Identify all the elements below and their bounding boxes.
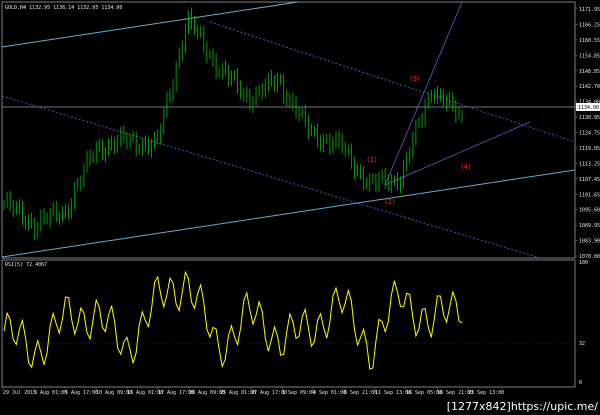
price-tick-label: 1160.55 — [579, 38, 600, 44]
main-panel-frame — [1, 1, 576, 259]
price-tick-label: 1148.85 — [579, 69, 600, 75]
current-price-tag-text: 1134.00 — [578, 105, 599, 111]
dotted-channel-top[interactable] — [209, 21, 576, 143]
chart-window: GOLD,H4 1132.95 1136.14 1132.95 1134.00 … — [0, 0, 600, 415]
time-tick-label: 3 Aug 01:00 — [34, 390, 67, 396]
rsi-tick-label: 100 — [579, 260, 588, 266]
wave-label-4: (4) — [461, 163, 471, 171]
price-tick-label: 1089.95 — [579, 223, 600, 229]
wave-label-1: (1) — [367, 156, 377, 164]
wave-fan-line-steep[interactable] — [384, 1, 463, 186]
price-tick-label: 1142.70 — [579, 84, 600, 90]
price-tick-label: 1124.75 — [579, 131, 600, 137]
price-tick-label: 1083.90 — [579, 239, 600, 245]
time-tick-label: 5 Aug 17:00 — [65, 390, 98, 396]
instrument-label: GOLD,H4 1132.95 1136.14 1132.95 1134.00 — [5, 5, 122, 11]
time-tick-label: 4 Sep 01:00 — [313, 390, 346, 396]
price-tick-label: 1119.05 — [579, 146, 600, 152]
time-tick-label: 8 Sep 21:00 — [344, 390, 377, 396]
dotted-channel-bottom[interactable] — [1, 95, 541, 259]
price-axis: 1171.95 1166.25 1160.55 1154.85 1148.85 1142.… — [575, 7, 600, 260]
price-tick-label: 1130.85 — [579, 115, 600, 121]
wave-label-2: (2) — [385, 198, 395, 206]
rsi-line — [3, 270, 463, 370]
price-tick-label: 1107.45 — [579, 177, 600, 183]
time-tick-label: 29 Jul 2015 — [3, 390, 36, 396]
price-tick-label: 1154.85 — [579, 53, 600, 59]
price-tick-label: 1171.95 — [579, 7, 600, 13]
time-tick-label: 1 Sep 09:00 — [282, 390, 315, 396]
price-tick-label: 1113.25 — [579, 161, 600, 167]
chart-svg: GOLD,H4 1132.95 1136.14 1132.95 1134.00 … — [1, 1, 600, 396]
price-tick-label: 1095.60 — [579, 208, 600, 214]
watermark: [1277x842]https://upic.me/ — [446, 400, 598, 413]
rsi-tick-label: 32 — [579, 341, 585, 347]
price-tick-label: 1101.65 — [579, 192, 600, 198]
time-axis: 29 Jul 20153 Aug 01:005 Aug 17:0010 Aug … — [2, 387, 504, 396]
rsi-axis: 100 32 0 — [579, 260, 588, 386]
rsi-indicator-label: RSI(5) 72.4067 — [5, 262, 47, 268]
price-tick-label: 1166.25 — [579, 22, 600, 28]
wave-label-3: (3) — [410, 75, 420, 83]
lower-trend-channel-line[interactable] — [1, 169, 576, 258]
rsi-tick-label: 0 — [579, 380, 582, 386]
analysis-lines — [1, 1, 576, 259]
time-tick-label: 23 Sep 13:00 — [468, 390, 504, 396]
rsi-series — [3, 270, 463, 370]
